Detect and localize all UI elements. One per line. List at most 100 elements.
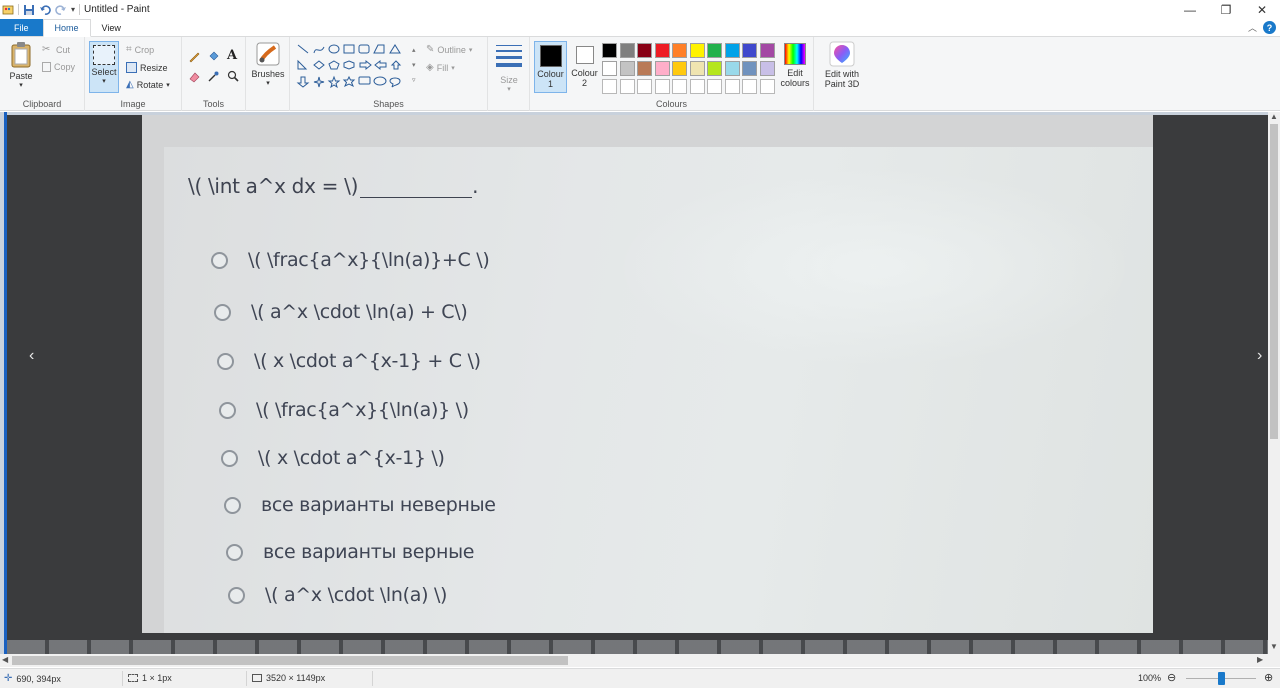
clipboard-group: Paste ▾ ✂ Cut Copy Clipboard [0,37,85,111]
custom-colour-slot[interactable] [759,79,775,94]
colour-swatch[interactable] [707,43,722,58]
custom-colour-slot[interactable] [654,79,670,94]
restore-button[interactable]: ❐ [1208,0,1244,19]
option-4-text: \( \frac{a^x}{\ln(a)} \) [256,399,469,421]
crosshair-icon: ✛ [4,673,13,684]
copy-button[interactable]: Copy [42,62,75,72]
tools-group: A Tools [182,37,246,111]
copy-icon [42,62,51,72]
help-icon[interactable]: ? [1263,21,1276,34]
colour-swatch[interactable] [619,43,635,58]
colour-swatch[interactable] [724,61,740,76]
colour-swatch[interactable] [654,61,670,76]
minimize-button[interactable]: — [1172,0,1208,19]
custom-colour-slot[interactable] [742,79,757,94]
scroll-right-icon[interactable]: ▶ [1257,655,1263,664]
paste-button[interactable]: Paste ▾ [6,41,36,91]
tab-home[interactable]: Home [42,19,91,37]
select-button[interactable]: Select ▾ [89,41,119,93]
colour-swatch[interactable] [707,61,722,76]
outline-button[interactable]: ✎ Outline ▾ [426,44,472,55]
paste-label: Paste [9,71,33,81]
horizontal-scrollbar[interactable]: ◀ ▶ [0,654,1268,667]
zoom-in-icon[interactable]: ⊕ [1264,671,1273,684]
image-group-label: Image [120,99,146,109]
colour2-button[interactable]: Colour 2 [568,41,601,93]
fill-button[interactable]: ◈ Fill ▾ [426,62,455,73]
size-dropdown-icon[interactable]: ▾ [494,85,524,95]
custom-colour-slot[interactable] [689,79,705,94]
image-size-icon [252,674,262,682]
edit-with-paint3d-button[interactable]: Edit with Paint 3D [818,41,866,89]
quick-access-toolbar: ▾ [0,4,81,16]
custom-colour-slot[interactable] [619,79,635,94]
select-label: Select [91,67,117,77]
selection-icon [128,674,138,682]
vertical-scroll-thumb[interactable] [1270,124,1278,439]
save-icon[interactable] [23,4,35,16]
brushes-button[interactable]: Brushes ▾ [250,41,286,89]
colour-swatch[interactable] [689,43,705,58]
paste-dropdown-icon[interactable]: ▾ [6,81,36,91]
cut-button[interactable]: ✂ Cut [42,44,70,55]
eraser-icon[interactable] [188,70,201,83]
shapes-scroll[interactable]: ▴ ▾ ▿ [412,43,416,88]
colour-swatch[interactable] [637,43,652,58]
zoom-out-icon[interactable]: ⊖ [1167,671,1176,684]
edit-colours-button[interactable]: Edit colours [778,41,812,88]
pencil-icon[interactable] [188,50,201,63]
colour-swatch[interactable] [672,61,687,76]
custom-colour-slot[interactable] [637,79,652,94]
color-picker-icon[interactable] [207,70,220,83]
colour-swatch[interactable] [759,43,775,58]
size-button[interactable]: Size ▾ [494,43,524,95]
magnifier-icon[interactable] [227,70,240,83]
colour-swatch[interactable] [602,43,617,58]
resize-button[interactable]: Resize [126,62,168,73]
rotate-dropdown-icon[interactable]: ▾ [166,81,170,89]
redo-icon[interactable] [55,4,67,16]
option-7: все варианты верные [226,541,474,563]
vertical-scrollbar[interactable]: ▲ ▼ [1268,112,1280,654]
colour-swatch[interactable] [759,61,775,76]
collapse-ribbon-icon[interactable]: ︿ [1248,21,1257,34]
custom-colour-slot[interactable] [602,79,617,94]
undo-icon[interactable] [39,4,51,16]
select-dropdown-icon[interactable]: ▾ [90,77,118,87]
scroll-up-icon[interactable]: ▲ [1270,112,1278,121]
rotate-button[interactable]: ◭ Rotate ▾ [126,79,170,90]
colour-swatch[interactable] [742,61,757,76]
colour-swatch[interactable] [724,43,740,58]
colour-swatch[interactable] [742,43,757,58]
option-6: все варианты неверные [224,494,496,516]
custom-colour-slot[interactable] [672,79,687,94]
custom-colour-slot[interactable] [707,79,722,94]
zoom-slider-thumb[interactable] [1218,672,1225,685]
brushes-dropdown-icon[interactable]: ▾ [250,79,286,89]
radio-option-5 [221,449,238,467]
colour-swatch[interactable] [672,43,687,58]
colour1-button[interactable]: Colour 1 [534,41,567,93]
fill-label: Fill [436,62,449,73]
custom-colour-slot[interactable] [724,79,740,94]
crop-button[interactable]: ⌗ Crop [126,44,154,55]
colour-swatch[interactable] [637,61,652,76]
text-tool-icon[interactable]: A [227,48,237,63]
question-tail: . [472,174,479,198]
fill-bucket-icon[interactable] [207,50,220,63]
colour-swatch[interactable] [654,43,670,58]
colour-swatch[interactable] [689,61,705,76]
close-button[interactable]: ✕ [1244,0,1280,19]
colour-swatch[interactable] [602,61,617,76]
colour-swatch[interactable] [619,61,635,76]
horizontal-scroll-thumb[interactable] [12,656,568,665]
radio-option-8 [228,586,245,604]
tab-view[interactable]: View [91,19,132,36]
scroll-down-icon[interactable]: ▼ [1270,642,1278,651]
tab-file[interactable]: File [0,19,43,36]
shapes-gallery[interactable] [296,43,416,91]
customize-qat-icon[interactable]: ▾ [71,5,75,14]
option-7-text: все варианты верные [263,541,475,563]
outline-icon: ✎ [426,44,435,55]
scroll-left-icon[interactable]: ◀ [2,655,8,664]
